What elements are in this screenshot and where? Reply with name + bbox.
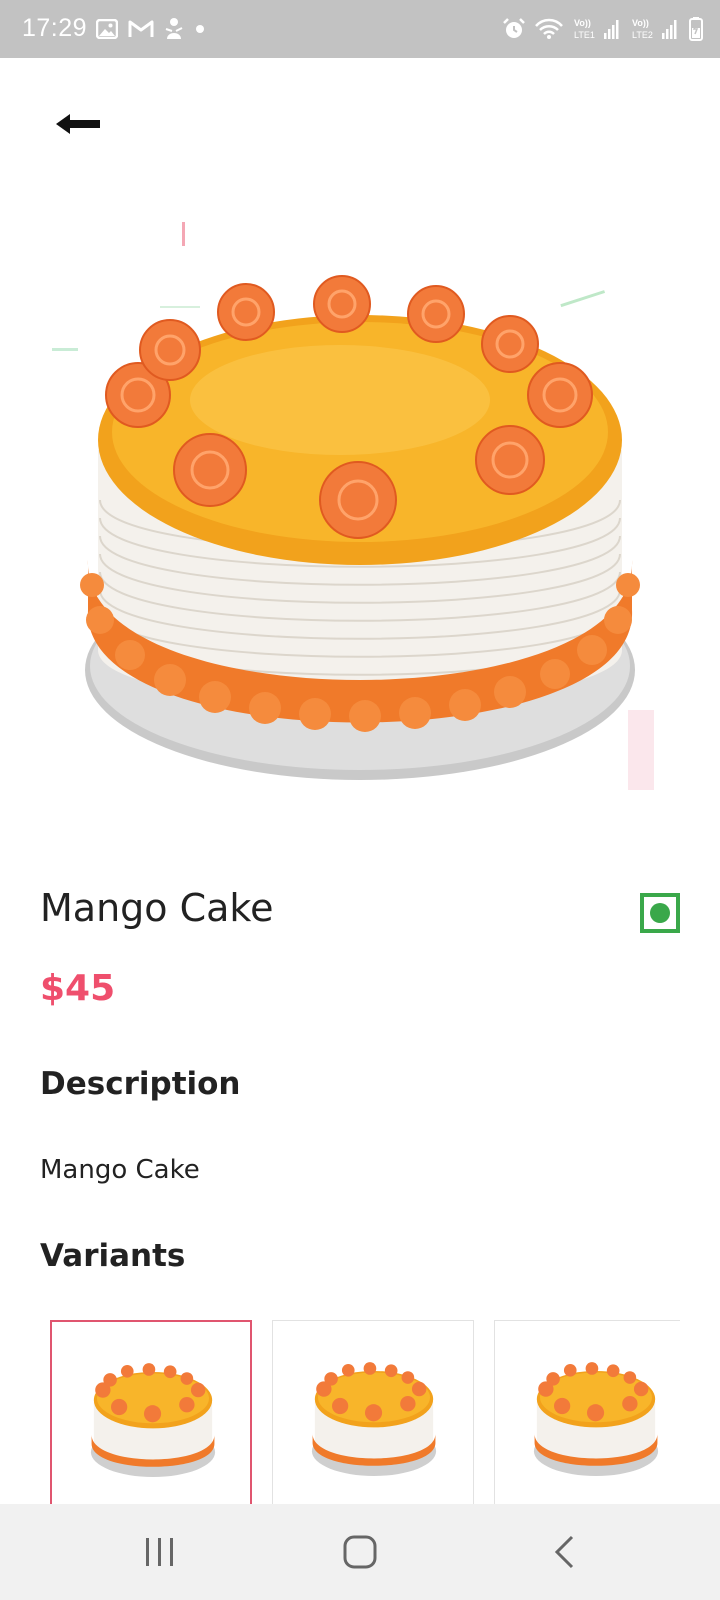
signal-lte1-icon: Vo)) LTE1 xyxy=(574,18,619,40)
system-back-button[interactable] xyxy=(534,1530,594,1574)
product-price: $45 xyxy=(40,968,116,1009)
mango-cake-image xyxy=(52,222,654,790)
mango-cake-thumbnail xyxy=(311,1362,437,1476)
mango-cake-thumbnail xyxy=(533,1362,659,1476)
figure-icon xyxy=(165,18,183,39)
variant-card-3[interactable] xyxy=(494,1320,680,1504)
gallery-icon xyxy=(96,19,118,39)
description-text: Mango Cake xyxy=(40,1155,200,1185)
status-bar: 17:29 Vo)) LTE1 Vo)) LTE2 xyxy=(0,0,720,58)
product-image xyxy=(40,200,680,820)
variants-heading: Variants xyxy=(40,1238,186,1274)
wifi-icon xyxy=(535,18,563,39)
dot-icon xyxy=(196,25,204,33)
alarm-icon xyxy=(503,18,525,38)
home-icon xyxy=(343,1535,377,1569)
variant-card-2[interactable] xyxy=(272,1320,474,1504)
system-nav-bar xyxy=(0,1504,720,1600)
recents-button[interactable] xyxy=(130,1530,190,1574)
volte-label-1: Vo)) xyxy=(574,18,591,28)
home-button[interactable] xyxy=(330,1530,390,1574)
lte1-label: LTE1 xyxy=(574,30,595,40)
lte2-label: LTE2 xyxy=(632,30,653,40)
variants-list[interactable] xyxy=(50,1320,680,1504)
volte-label-2: Vo)) xyxy=(632,18,649,28)
status-notification-icons xyxy=(96,17,206,41)
recents-icon xyxy=(146,1538,173,1566)
gmail-icon xyxy=(128,20,154,37)
veg-indicator-icon xyxy=(640,893,680,933)
product-title: Mango Cake xyxy=(40,886,274,930)
status-time: 17:29 xyxy=(22,14,88,42)
signal-lte2-icon: Vo)) LTE2 xyxy=(632,18,677,40)
left-arrow-icon xyxy=(56,114,100,134)
status-system-icons: Vo)) LTE1 Vo)) LTE2 xyxy=(502,16,704,42)
variant-card-1[interactable] xyxy=(50,1320,252,1504)
mango-cake-thumbnail xyxy=(90,1363,216,1477)
veg-indicator-dot xyxy=(650,903,670,923)
back-icon xyxy=(554,1535,574,1569)
description-heading: Description xyxy=(40,1066,241,1102)
back-button[interactable] xyxy=(48,104,108,144)
battery-icon xyxy=(689,17,703,41)
